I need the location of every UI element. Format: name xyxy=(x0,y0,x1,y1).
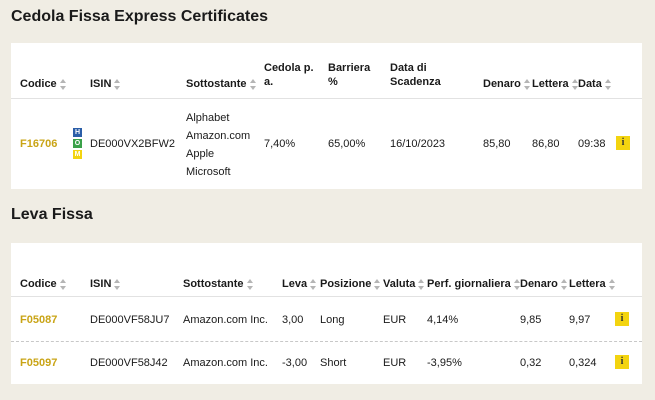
valuta-value: EUR xyxy=(383,314,407,326)
underlying-item: Apple xyxy=(186,148,215,160)
header-perf-label: Perf. giornaliera xyxy=(427,278,511,290)
barriera-value: 65,00% xyxy=(328,138,366,150)
header-isin[interactable]: ISIN xyxy=(90,277,121,291)
header-barriera-label-2: % xyxy=(328,76,338,88)
isin-value: DE000VF58JU7 xyxy=(90,314,170,326)
header-scadenza-label: Data di xyxy=(390,62,427,74)
header-denaro[interactable]: Denaro xyxy=(483,77,531,91)
header-cedola-label-2: a. xyxy=(264,76,274,88)
info-icon[interactable]: i xyxy=(615,355,629,369)
denaro-value: 0,32 xyxy=(520,357,542,369)
header-scadenza[interactable]: Data di Scadenza xyxy=(390,61,441,89)
header-lettera[interactable]: Lettera xyxy=(569,277,616,291)
valuta-value: EUR xyxy=(383,357,407,369)
lettera-value: 0,324 xyxy=(569,357,597,369)
header-lettera-label: Lettera xyxy=(532,78,569,90)
scadenza-value: 16/10/2023 xyxy=(390,138,446,150)
badge-o: O xyxy=(73,139,82,148)
perf-value: 4,14% xyxy=(427,314,459,326)
product-code-link[interactable]: F05087 xyxy=(20,313,57,327)
lettera-value: 86,80 xyxy=(532,138,560,150)
info-icon[interactable]: i xyxy=(616,136,630,150)
isin-value: DE000VX2BFW2 xyxy=(90,138,175,150)
cedola-value: 7,40% xyxy=(264,138,296,150)
leva-value: 3,00 xyxy=(282,314,304,326)
header-sottostante[interactable]: Sottostante xyxy=(183,277,254,291)
cedola-fissa-table: Codice ISIN Sottostante Cedola p. a. Barr… xyxy=(11,43,642,189)
header-posizione[interactable]: Posizione xyxy=(320,277,381,291)
header-codice[interactable]: Codice xyxy=(20,277,67,291)
product-code-link[interactable]: F05097 xyxy=(20,356,57,370)
header-scadenza-label-2: Scadenza xyxy=(390,76,441,88)
sort-icon[interactable] xyxy=(114,278,121,290)
underlying-item: Alphabet xyxy=(186,112,230,124)
perf-value: -3,95% xyxy=(427,357,462,369)
sort-icon[interactable] xyxy=(114,78,121,90)
header-valuta[interactable]: Valuta xyxy=(383,277,425,291)
row-divider xyxy=(11,341,642,342)
badge-h: H xyxy=(73,128,82,137)
header-codice[interactable]: Codice xyxy=(20,77,67,91)
header-denaro-label: Denaro xyxy=(520,278,558,290)
header-sottostante-label: Sottostante xyxy=(183,278,244,290)
badge-m: M xyxy=(73,150,82,159)
header-leva-label: Leva xyxy=(282,278,308,290)
header-perf[interactable]: Perf. giornaliera xyxy=(427,277,521,291)
header-barriera-label: Barriera xyxy=(328,62,371,74)
sort-icon[interactable] xyxy=(59,278,67,290)
underlying-item: Amazon.com xyxy=(186,130,251,142)
header-leva[interactable]: Leva xyxy=(282,277,317,291)
header-lettera-label: Lettera xyxy=(569,278,606,290)
sort-icon[interactable] xyxy=(310,278,317,290)
header-cedola[interactable]: Cedola p. a. xyxy=(264,61,314,89)
underlying-value: Amazon.com Inc. xyxy=(183,314,268,326)
sort-icon[interactable] xyxy=(523,78,531,90)
header-data-label: Data xyxy=(578,78,602,90)
sort-icon[interactable] xyxy=(604,78,612,90)
section-title-cedola-fissa: Cedola Fissa Express Certificates xyxy=(11,8,269,25)
sort-icon[interactable] xyxy=(246,278,254,290)
underlying-item: Microsoft xyxy=(186,166,231,178)
posizione-value: Short xyxy=(320,357,347,369)
leva-value: -3,00 xyxy=(282,357,308,369)
header-barriera[interactable]: Barriera% xyxy=(328,61,370,89)
lettera-value: 9,97 xyxy=(569,314,591,326)
header-lettera[interactable]: Lettera xyxy=(532,77,579,91)
divider xyxy=(11,296,642,297)
denaro-value: 9,85 xyxy=(520,314,542,326)
time-value: 09:38 xyxy=(578,138,606,150)
posizione-value: Long xyxy=(320,314,345,326)
denaro-value: 85,80 xyxy=(483,138,511,150)
header-codice-label: Codice xyxy=(20,278,57,290)
underlying-value: Amazon.com Inc. xyxy=(183,357,268,369)
sort-icon[interactable] xyxy=(418,278,425,290)
divider xyxy=(11,98,642,99)
header-cedola-label: Cedola p. xyxy=(264,62,314,74)
header-denaro-label: Denaro xyxy=(483,78,521,90)
info-icon[interactable]: i xyxy=(615,312,629,326)
product-code-link[interactable]: F16706 xyxy=(20,137,57,151)
sort-icon[interactable] xyxy=(374,278,381,290)
header-denaro[interactable]: Denaro xyxy=(520,277,568,291)
header-valuta-label: Valuta xyxy=(383,278,416,290)
leva-fissa-table: Codice ISIN Sottostante Leva Posizione V… xyxy=(11,243,642,384)
header-isin[interactable]: ISIN xyxy=(90,77,121,91)
header-codice-label: Codice xyxy=(20,78,57,90)
sort-icon[interactable] xyxy=(59,78,67,90)
underlying-list: Alphabet Amazon.com Apple Microsoft xyxy=(186,109,250,181)
header-isin-label: ISIN xyxy=(90,78,112,90)
sort-icon[interactable] xyxy=(560,278,568,290)
header-posizione-label: Posizione xyxy=(320,278,372,290)
sort-icon[interactable] xyxy=(608,278,616,290)
header-sottostante-label: Sottostante xyxy=(186,78,247,90)
header-sottostante[interactable]: Sottostante xyxy=(186,77,257,91)
header-isin-label: ISIN xyxy=(90,278,112,290)
sort-icon[interactable] xyxy=(249,78,257,90)
isin-value: DE000VF58J42 xyxy=(90,357,168,369)
section-title-leva-fissa: Leva Fissa xyxy=(11,206,93,223)
header-data[interactable]: Data xyxy=(578,77,612,91)
